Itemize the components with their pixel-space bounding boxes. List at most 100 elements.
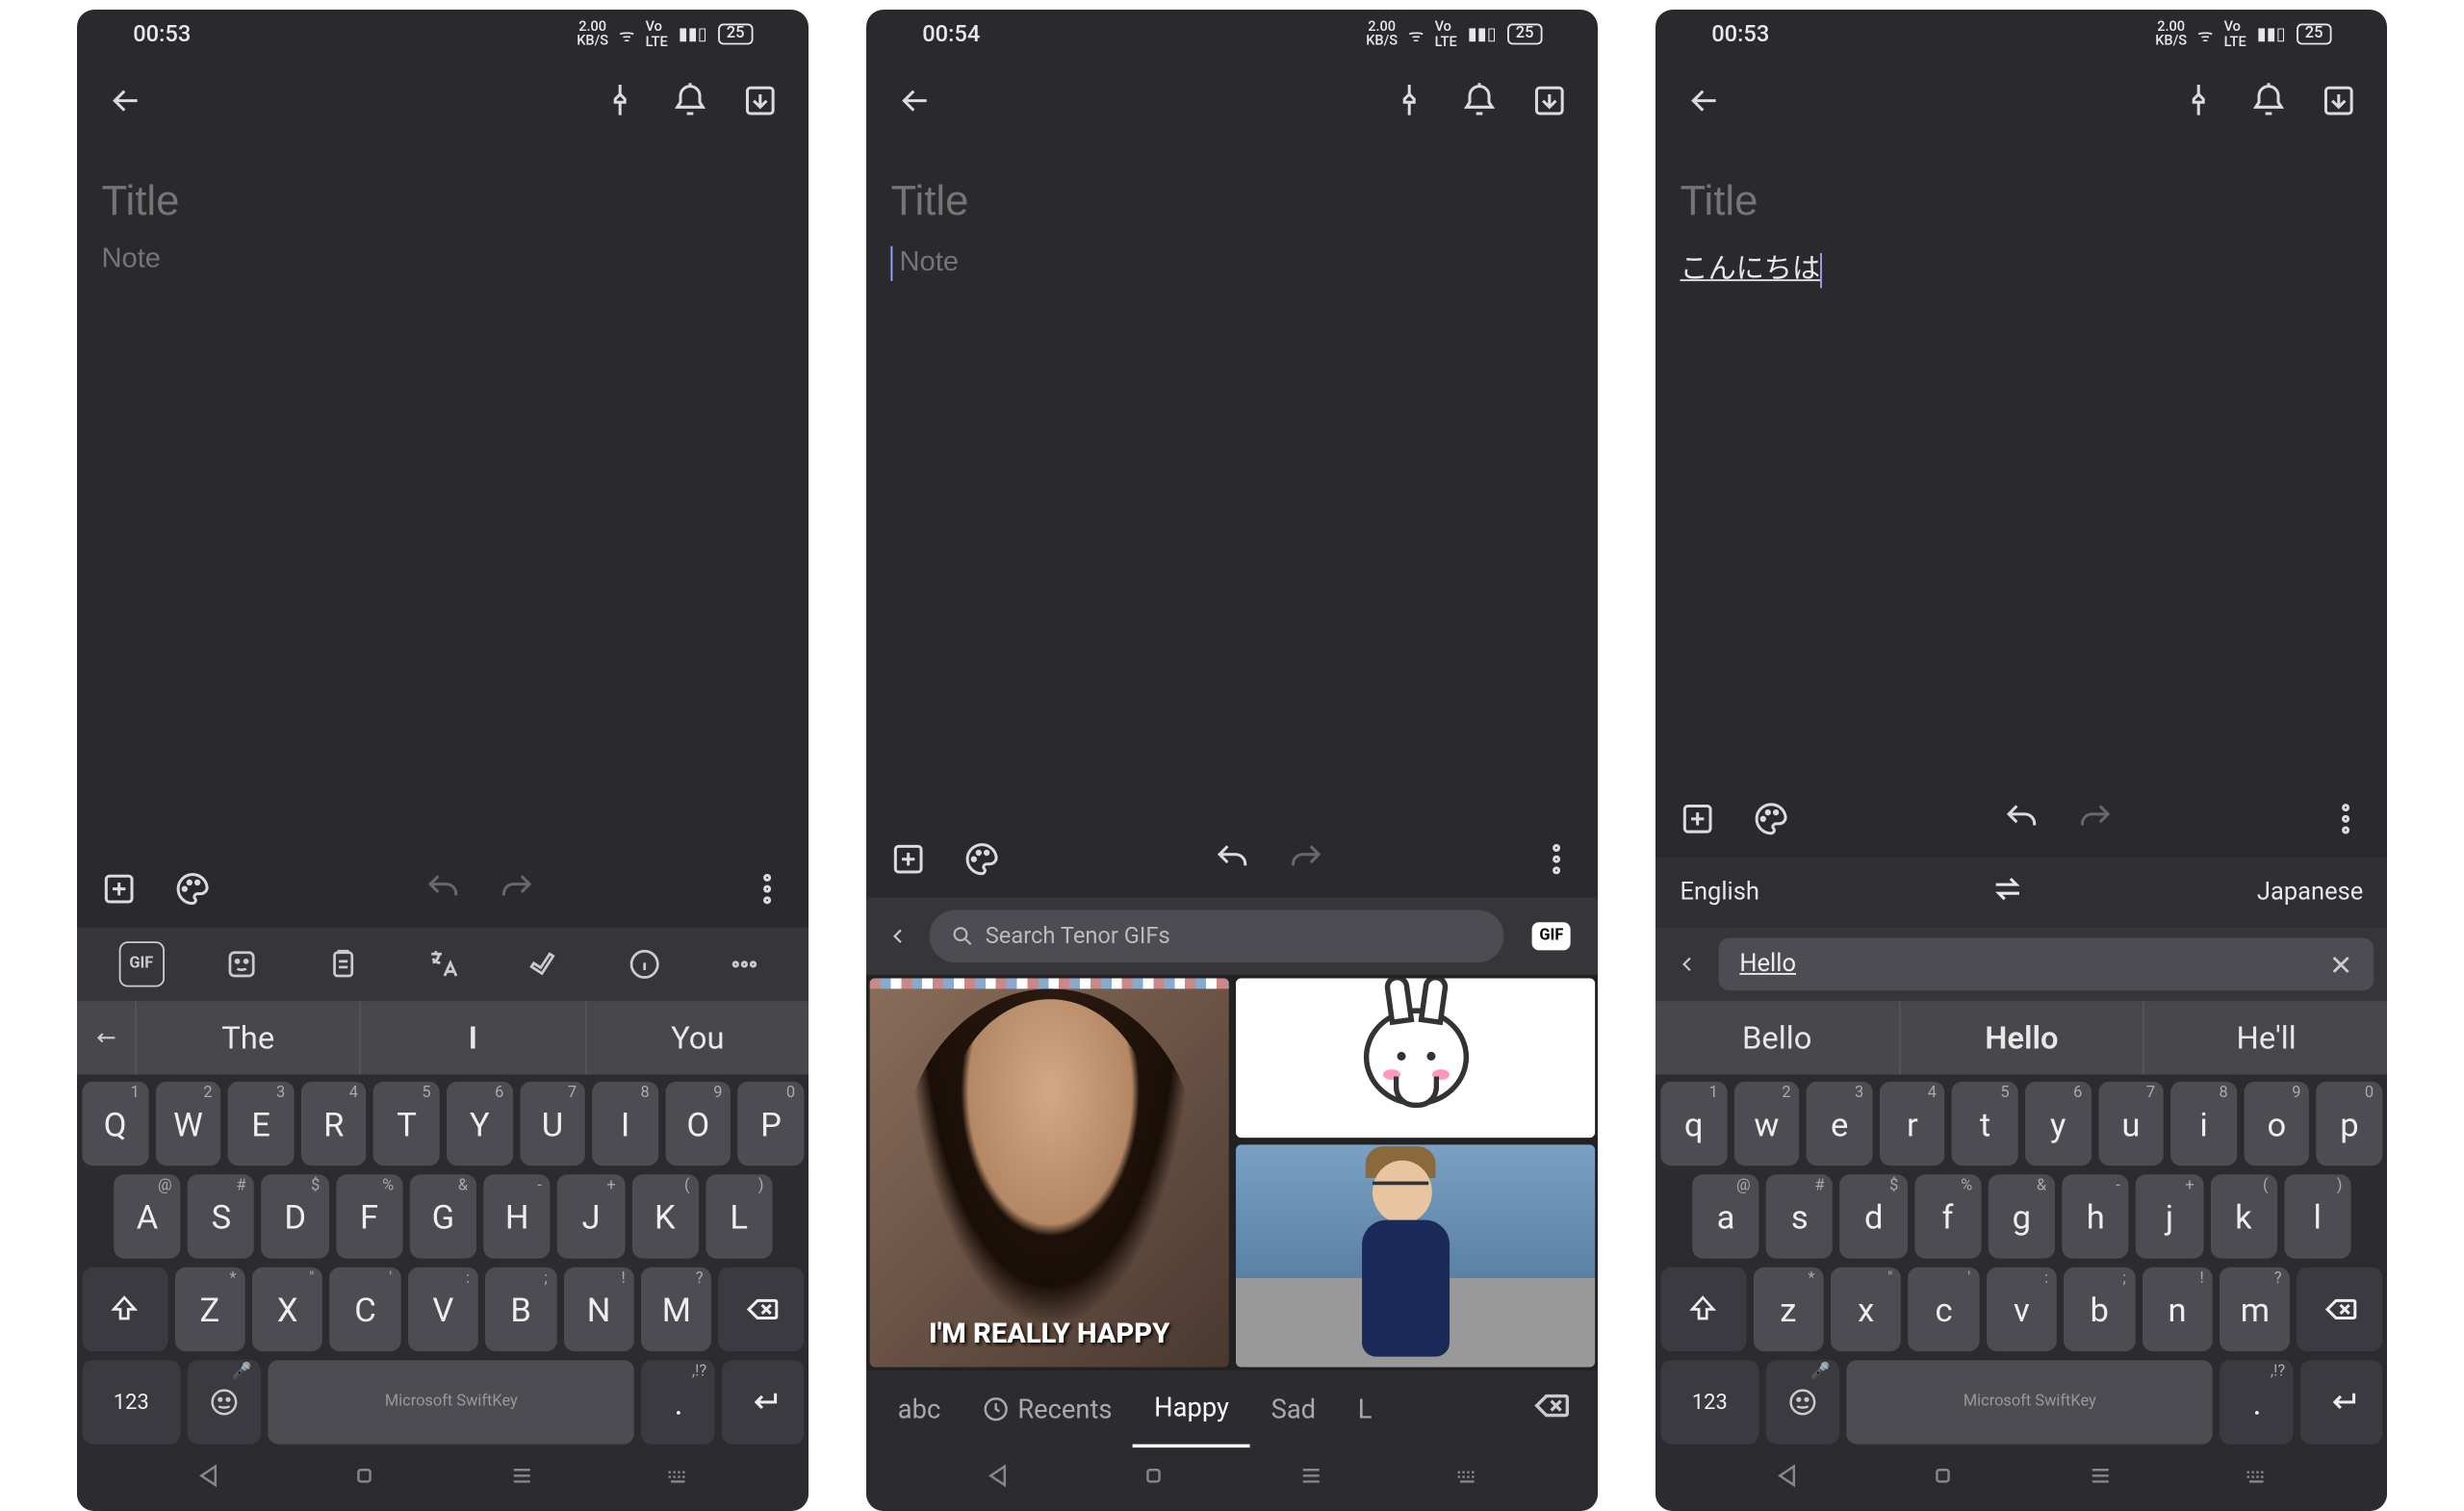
note-input[interactable] [900, 248, 1515, 280]
more-button[interactable] [2324, 798, 2367, 840]
key-q[interactable]: Q1 [83, 1082, 148, 1165]
redo-button[interactable] [1285, 838, 1327, 881]
gif-result-1[interactable]: I'M REALLY HAPPY [870, 978, 1229, 1367]
key-n[interactable]: n! [2142, 1268, 2213, 1351]
key-z[interactable]: Z* [174, 1268, 245, 1351]
key-p[interactable]: p0 [2317, 1082, 2382, 1165]
emoji-key[interactable]: 🎤 [187, 1360, 260, 1444]
translate-toolbar-icon[interactable] [421, 941, 466, 986]
gif-category-next[interactable]: L [1337, 1370, 1393, 1447]
translator-back-chevron[interactable] [1670, 952, 1705, 976]
redo-button[interactable] [2074, 798, 2117, 840]
translator-target-lang[interactable]: Japanese [2257, 879, 2363, 907]
nav-keyboard-icon[interactable] [2243, 1462, 2271, 1497]
key-g[interactable]: g& [1989, 1174, 2056, 1258]
nav-back-icon[interactable] [983, 1462, 1011, 1497]
key-b[interactable]: b; [2064, 1268, 2135, 1351]
palette-button[interactable] [961, 838, 1003, 881]
more-toolbar-icon[interactable] [722, 941, 767, 986]
key-s[interactable]: S# [188, 1174, 255, 1258]
add-button[interactable] [1677, 798, 1719, 840]
translator-input-field[interactable]: Hello ✕ [1719, 938, 2374, 991]
key-h[interactable]: h- [2062, 1174, 2129, 1258]
key-j[interactable]: j+ [2136, 1174, 2203, 1258]
key-c[interactable]: C' [330, 1268, 401, 1351]
undo-button[interactable] [2001, 798, 2043, 840]
redo-button[interactable] [496, 868, 538, 910]
key-x[interactable]: X" [252, 1268, 323, 1351]
back-button[interactable] [101, 76, 150, 125]
spacebar-key[interactable]: Microsoft SwiftKey [1846, 1360, 2214, 1444]
undo-button[interactable] [423, 868, 465, 910]
key-o[interactable]: o9 [2244, 1082, 2309, 1165]
archive-button[interactable] [1525, 76, 1574, 125]
key-n[interactable]: N! [563, 1268, 634, 1351]
key-a[interactable]: a@ [1692, 1174, 1759, 1258]
shift-key[interactable] [82, 1268, 167, 1351]
pin-button[interactable] [1385, 76, 1434, 125]
pin-button[interactable] [596, 76, 645, 125]
nav-home-icon[interactable] [350, 1462, 378, 1497]
key-m[interactable]: m? [2220, 1268, 2291, 1351]
reminder-button[interactable] [2245, 76, 2294, 125]
key-k[interactable]: k( [2210, 1174, 2277, 1258]
note-input[interactable] [101, 244, 784, 276]
gif-category-recents[interactable]: Recents [962, 1370, 1133, 1447]
key-u[interactable]: u7 [2098, 1082, 2164, 1165]
key-f[interactable]: F% [336, 1174, 403, 1258]
key-j[interactable]: J+ [557, 1174, 625, 1258]
spacebar-key[interactable]: Microsoft SwiftKey [268, 1360, 635, 1444]
reminder-button[interactable] [666, 76, 715, 125]
period-key[interactable]: .,!? [2220, 1360, 2294, 1444]
key-e[interactable]: e3 [1807, 1082, 1872, 1165]
key-t[interactable]: T5 [373, 1082, 439, 1165]
note-text[interactable]: こんにちは [1680, 244, 1820, 287]
backspace-key[interactable] [719, 1268, 804, 1351]
suggestion-3[interactable]: He'll [2144, 1001, 2387, 1074]
nav-keyboard-icon[interactable] [1453, 1462, 1481, 1497]
nav-keyboard-icon[interactable] [664, 1462, 692, 1497]
sticker-toolbar-icon[interactable] [219, 941, 265, 986]
nav-back-icon[interactable] [193, 1462, 221, 1497]
key-f[interactable]: f% [1914, 1174, 1982, 1258]
archive-button[interactable] [2314, 76, 2363, 125]
key-w[interactable]: w2 [1733, 1082, 1799, 1165]
more-button[interactable] [746, 868, 788, 910]
key-s[interactable]: s# [1766, 1174, 1834, 1258]
pin-button[interactable] [2174, 76, 2223, 125]
key-d[interactable]: d$ [1840, 1174, 1908, 1258]
suggestion-1[interactable]: Bello [1656, 1001, 1900, 1074]
key-e[interactable]: E3 [228, 1082, 294, 1165]
gif-back-chevron[interactable] [881, 924, 915, 948]
key-y[interactable]: Y6 [447, 1082, 512, 1165]
gif-category-happy[interactable]: Happy [1133, 1370, 1249, 1447]
key-t[interactable]: t5 [1952, 1082, 2017, 1165]
suggestion-2[interactable]: Hello [1900, 1001, 2144, 1074]
nav-home-icon[interactable] [1140, 1462, 1168, 1497]
nav-recent-icon[interactable] [2086, 1462, 2114, 1497]
key-u[interactable]: U7 [520, 1082, 585, 1165]
add-button[interactable] [98, 868, 141, 910]
key-i[interactable]: I8 [592, 1082, 657, 1165]
add-button[interactable] [887, 838, 930, 881]
key-k[interactable]: K( [631, 1174, 699, 1258]
period-key[interactable]: .,!? [642, 1360, 715, 1444]
key-o[interactable]: O9 [665, 1082, 731, 1165]
clear-icon[interactable]: ✕ [2329, 948, 2352, 982]
key-p[interactable]: P0 [738, 1082, 804, 1165]
gif-toolbar-icon[interactable]: GIF [118, 941, 164, 986]
title-input[interactable] [1680, 178, 2363, 227]
enter-key[interactable] [722, 1360, 804, 1444]
key-v[interactable]: v: [1987, 1268, 2058, 1351]
palette-button[interactable] [1750, 798, 1792, 840]
gif-backspace[interactable] [1514, 1387, 1587, 1432]
info-toolbar-icon[interactable] [622, 941, 667, 986]
note-content[interactable] [866, 142, 1598, 820]
key-a[interactable]: A@ [114, 1174, 181, 1258]
key-l[interactable]: l) [2284, 1174, 2351, 1258]
enter-key[interactable] [2300, 1360, 2382, 1444]
key-g[interactable]: G& [410, 1174, 477, 1258]
gif-search-input[interactable]: Search Tenor GIFs [930, 909, 1504, 962]
suggestion-dismiss[interactable] [77, 1001, 137, 1074]
note-content[interactable]: こんにちは [1656, 142, 2387, 780]
